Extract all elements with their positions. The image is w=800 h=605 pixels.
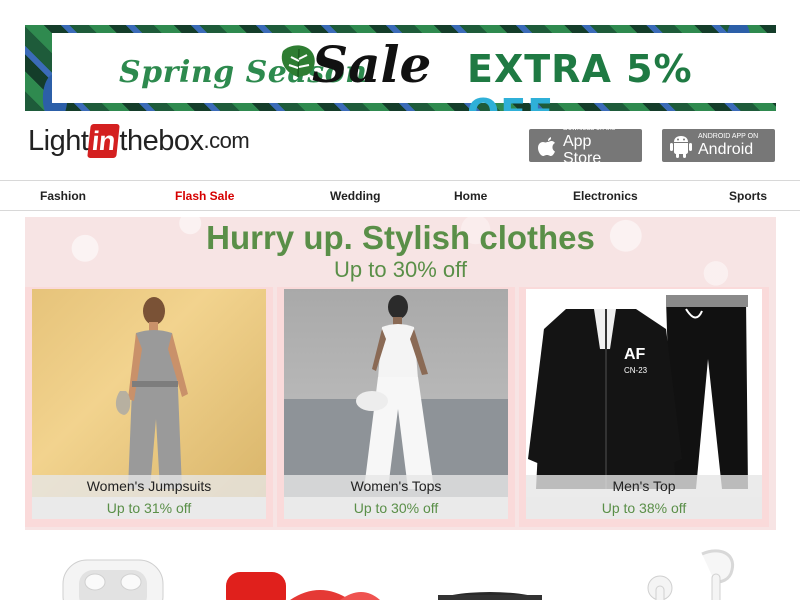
product-card-discount: Up to 31% off	[32, 497, 266, 519]
app-store-button[interactable]: Download on the App Store	[529, 125, 642, 167]
svg-text:AF: AF	[624, 346, 646, 363]
product-card-label: Women's Jumpsuits	[32, 475, 266, 497]
site-logo[interactable]: Light in thebox .com	[28, 124, 250, 158]
android-icon	[670, 135, 692, 158]
app-store-small-text: Download on the	[562, 124, 616, 132]
womens-tops-image	[284, 289, 508, 499]
banner-sale-text: Sale	[312, 35, 432, 94]
white-outfit-figure	[284, 295, 508, 499]
android-small-text: ANDROID APP ON	[698, 133, 759, 140]
category-nav: Fashion Flash Sale Wedding Home Electron…	[0, 180, 800, 211]
white-earbuds-image	[647, 549, 735, 605]
promo-banner[interactable]: Spring Season Sale EXTRA 5% OFF	[25, 25, 776, 111]
womens-jumpsuits-image	[32, 289, 266, 499]
charging-pad-product[interactable]	[435, 540, 545, 605]
banner-extra-text: EXTRA 5% OFF	[467, 47, 776, 111]
mens-top-image: AF CN-23	[526, 289, 762, 499]
red-case-product[interactable]	[220, 540, 385, 605]
charging-pad-image	[438, 592, 542, 605]
promo-title: Hurry up. Stylish clothes	[206, 219, 595, 256]
apple-icon	[537, 136, 555, 156]
logo-part-thebox: thebox	[119, 124, 204, 157]
tracksuit-figure: AF CN-23	[528, 295, 748, 489]
promo-subtitle: Up to 30% off	[334, 257, 467, 282]
off-text: OFF	[467, 91, 554, 111]
app-store-text: Download on the App Store	[563, 125, 634, 167]
earbuds-case-product[interactable]	[55, 540, 170, 605]
svg-text:CN-23: CN-23	[624, 366, 648, 375]
logo-part-in: in	[87, 124, 121, 158]
airpods-case-image	[62, 559, 164, 605]
product-card-womens-tops[interactable]: Women's Tops Up to 30% off	[277, 287, 515, 527]
product-card-womens-jumpsuits[interactable]: Women's Jumpsuits Up to 31% off	[25, 287, 273, 527]
extra-percent-text: EXTRA 5%	[467, 47, 693, 91]
android-text: ANDROID APP ON Android	[698, 133, 758, 158]
logo-part-com: .com	[203, 128, 250, 153]
logo-part-light: Light	[28, 124, 89, 157]
nav-item-flash-sale[interactable]: Flash Sale	[175, 189, 234, 203]
red-case-image	[226, 572, 380, 605]
nav-item-fashion[interactable]: Fashion	[40, 189, 86, 203]
jumpsuit-figure	[115, 297, 188, 489]
product-card-label: Women's Tops	[284, 475, 508, 497]
white-earbuds-product[interactable]	[630, 540, 750, 605]
nav-item-sports[interactable]: Sports	[729, 189, 767, 203]
product-card-mens-top[interactable]: AF CN-23 Men's Top Up to 38% off	[519, 287, 769, 527]
nav-item-electronics[interactable]: Electronics	[573, 189, 638, 203]
app-store-big-text: App Store	[562, 132, 602, 167]
nav-item-home[interactable]: Home	[454, 189, 487, 203]
banner-content: Spring Season Sale EXTRA 5% OFF	[52, 33, 776, 111]
product-card-discount: Up to 30% off	[284, 497, 508, 519]
android-app-button[interactable]: ANDROID APP ON Android	[662, 129, 775, 162]
promo-section: Hurry up. Stylish clothes Up to 30% off …	[25, 217, 776, 530]
product-card-label: Men's Top	[526, 475, 762, 497]
android-big-text: Android	[698, 141, 754, 158]
nav-item-wedding[interactable]: Wedding	[330, 189, 380, 203]
product-card-discount: Up to 38% off	[526, 497, 762, 519]
